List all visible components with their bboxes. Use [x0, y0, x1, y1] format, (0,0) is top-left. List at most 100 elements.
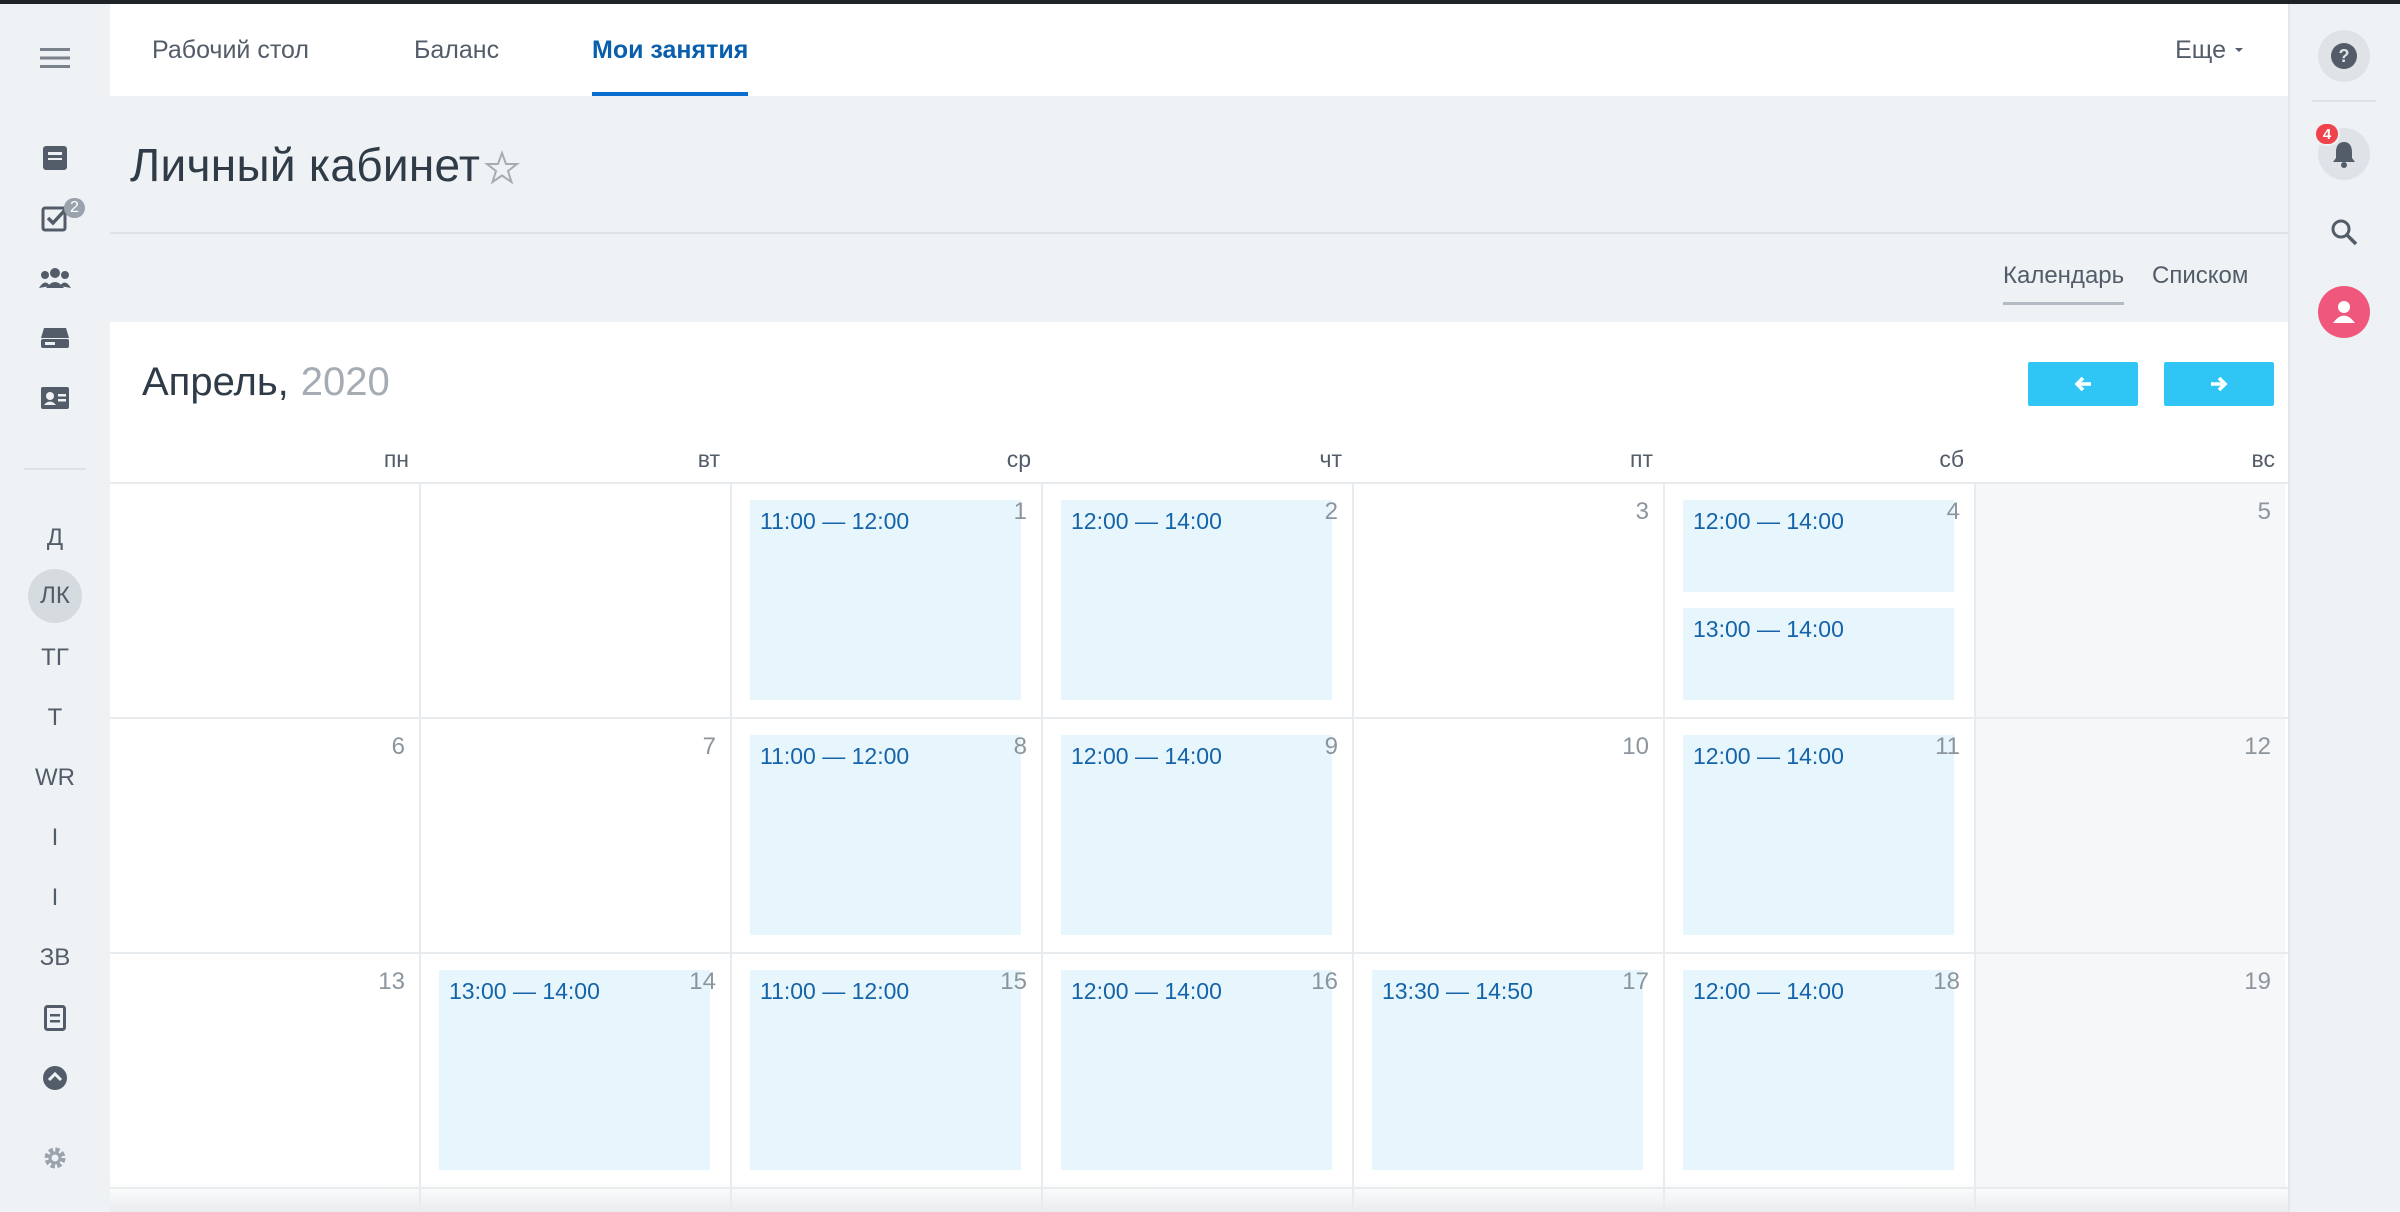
sidebar-item-label: Т	[47, 704, 63, 731]
tab-balance[interactable]: Баланс	[414, 4, 499, 96]
more-menu-button[interactable]: Еще	[2175, 4, 2246, 96]
day-number: 14	[689, 968, 716, 995]
lesson-event[interactable]: 13:30 — 14:50	[1372, 970, 1643, 1170]
view-calendar-tab[interactable]: Календарь	[2003, 262, 2125, 305]
collapse-up-icon[interactable]	[20, 1054, 90, 1102]
calendar-day-cell[interactable]: 12:00 — 14:00 9	[1043, 719, 1352, 952]
lesson-time: 11:00 — 12:00	[760, 743, 910, 769]
day-number: 15	[1000, 968, 1027, 995]
calendar-day-cell[interactable]: 12:00 — 14:00 2	[1043, 484, 1352, 717]
lesson-event[interactable]: 12:00 — 14:00	[1061, 500, 1332, 700]
lesson-event[interactable]: 12:00 — 14:00	[1683, 735, 1954, 935]
sidebar-item-zv[interactable]: ЗВ	[20, 934, 90, 982]
calendar-day-cell[interactable]: 11:00 — 12:00 1	[732, 484, 1041, 717]
left-sidebar: 2 Д ЛК ТГ Т WR I I ЗВ	[0, 4, 110, 1212]
calendar-day-cell[interactable]: 12:00 — 14:00 16	[1043, 954, 1352, 1187]
calendar-day-cell[interactable]	[110, 484, 419, 717]
lesson-event[interactable]: 12:00 — 14:00	[1061, 735, 1332, 935]
document-icon[interactable]	[20, 994, 90, 1042]
calendar-day-cell[interactable]: 6	[110, 719, 419, 952]
avatar[interactable]	[2318, 286, 2370, 338]
calendar-day-cell[interactable]: 12:00 — 14:00 11	[1665, 719, 1974, 952]
lesson-event[interactable]: 11:00 — 12:00	[750, 735, 1021, 935]
calendar-day-cell[interactable]: 10	[1354, 719, 1663, 952]
calendar-day-cell[interactable]: 3	[1354, 484, 1663, 717]
calendar-day-cell[interactable]: 12	[1976, 719, 2285, 952]
tab-my-lessons-label: Мои занятия	[592, 35, 749, 64]
lesson-time: 12:00 — 14:00	[1071, 743, 1222, 769]
feed-icon[interactable]	[20, 134, 90, 182]
grid-line	[1974, 482, 1976, 1212]
calendar-day-cell[interactable]: 12:00 — 14:00 13:00 — 14:00 4	[1665, 484, 1974, 717]
lesson-event[interactable]: 11:00 — 12:00	[750, 500, 1021, 700]
weekday-header: чт	[1319, 446, 1342, 472]
more-label: Еще	[2175, 35, 2226, 64]
next-month-button[interactable]	[2164, 362, 2274, 406]
calendar-month: Апрель,	[142, 360, 289, 404]
calendar-day-cell[interactable]: 11:00 — 12:00 8	[732, 719, 1041, 952]
weekday-header: ср	[1006, 446, 1031, 472]
day-number: 9	[1324, 733, 1338, 760]
drive-icon[interactable]	[20, 314, 90, 362]
day-number: 11	[1935, 733, 1960, 760]
calendar-month-title: Апрель, 2020	[142, 360, 390, 405]
tab-desktop[interactable]: Рабочий стол	[152, 4, 309, 96]
grid-line	[1663, 482, 1665, 1212]
grid-line	[1352, 482, 1354, 1212]
groups-icon[interactable]	[20, 254, 90, 302]
lesson-time: 13:00 — 14:00	[1693, 616, 1844, 642]
day-number: 16	[1311, 968, 1338, 995]
day-number: 5	[2257, 498, 2271, 525]
sidebar-item-label: I	[51, 824, 59, 851]
favorite-star-icon[interactable]	[484, 150, 520, 186]
top-tabs-bar: Рабочий стол Баланс Мои занятия Еще	[110, 4, 2288, 96]
sidebar-item-tg[interactable]: ТГ	[20, 634, 90, 682]
calendar-day-cell[interactable]: 5	[1976, 484, 2285, 717]
page-title: Личный кабинет	[130, 139, 481, 191]
lesson-event[interactable]: 13:00 — 14:00	[439, 970, 710, 1170]
sidebar-item-t[interactable]: Т	[20, 694, 90, 742]
calendar-day-cell[interactable]: 7	[421, 719, 730, 952]
sidebar-item-i-1[interactable]: I	[20, 814, 90, 862]
help-button[interactable]: ?	[2318, 30, 2370, 82]
user-avatar-icon	[2333, 301, 2355, 323]
contact-card-icon[interactable]	[20, 374, 90, 422]
lesson-event[interactable]: 12:00 — 14:00	[1061, 970, 1332, 1170]
calendar-day-cell[interactable]: 12:00 — 14:00 18	[1665, 954, 1974, 1187]
calendar-day-cell[interactable]	[421, 484, 730, 717]
tab-my-lessons[interactable]: Мои занятия	[592, 4, 749, 96]
view-list-tab[interactable]: Списком	[2152, 262, 2248, 290]
sidebar-item-label: I	[51, 884, 59, 911]
weekday-header: пт	[1630, 446, 1653, 472]
calendar-day-cell[interactable]: 13:00 — 14:00 14	[421, 954, 730, 1187]
lesson-time: 12:00 — 14:00	[1693, 508, 1844, 534]
calendar-day-cell[interactable]: 11:00 — 12:00 15	[732, 954, 1041, 1187]
lesson-event[interactable]: 12:00 — 14:00	[1683, 500, 1954, 592]
header-divider	[110, 232, 2288, 234]
svg-text:?: ?	[2339, 46, 2350, 66]
bottom-fade	[110, 1182, 2288, 1212]
day-number: 8	[1013, 733, 1027, 760]
sidebar-item-wr[interactable]: WR	[20, 754, 90, 802]
day-number: 3	[1635, 498, 1649, 525]
menu-burger-icon[interactable]	[20, 34, 90, 82]
calendar-card: Апрель, 2020 пн вт ср чт пт сб вс 11:00 — 12:00 1…	[110, 322, 2288, 1212]
right-sidebar-divider	[2312, 100, 2376, 102]
sidebar-item-label: ТГ	[41, 644, 69, 671]
sidebar-item-i-2[interactable]: I	[20, 874, 90, 922]
calendar-day-cell[interactable]: 13	[110, 954, 419, 1187]
settings-gear-icon[interactable]	[20, 1134, 90, 1182]
lesson-event[interactable]: 13:00 — 14:00	[1683, 608, 1954, 700]
calendar-day-cell[interactable]: 19	[1976, 954, 2285, 1187]
lesson-event[interactable]: 11:00 — 12:00	[750, 970, 1021, 1170]
calendar-day-cell[interactable]: 13:30 — 14:50 17	[1354, 954, 1663, 1187]
day-number: 6	[391, 733, 405, 760]
search-button[interactable]	[2318, 206, 2370, 258]
prev-month-button[interactable]	[2028, 362, 2138, 406]
lesson-time: 11:00 — 12:00	[760, 978, 910, 1004]
sidebar-item-label: ЗВ	[39, 944, 71, 971]
tasks-icon[interactable]: 2	[20, 194, 90, 242]
sidebar-item-d[interactable]: Д	[20, 514, 90, 562]
sidebar-item-lk[interactable]: ЛК	[28, 569, 82, 623]
lesson-event[interactable]: 12:00 — 14:00	[1683, 970, 1954, 1170]
